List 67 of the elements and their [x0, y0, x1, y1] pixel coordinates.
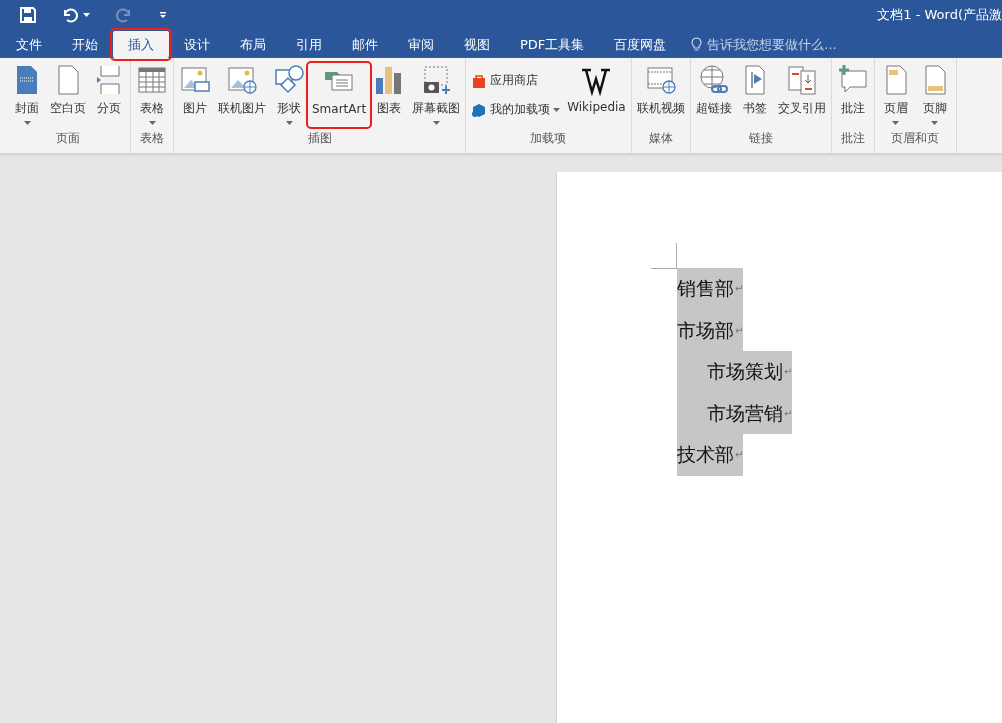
caret-icon[interactable]: [892, 121, 900, 125]
ribbon-button[interactable]: 超链接: [692, 64, 735, 126]
ribbon-button[interactable]: 交叉引用: [774, 64, 829, 126]
ribbon-button[interactable]: Wikipedia: [564, 64, 629, 126]
group-label: 表格: [140, 130, 164, 147]
ribbon-tab[interactable]: 文件: [0, 31, 57, 58]
document-paragraph: 技术部↵: [677, 434, 744, 476]
save-icon[interactable]: [20, 6, 36, 23]
table-icon: [136, 64, 168, 96]
group-label: 加载项: [530, 130, 567, 147]
cube-icon: [471, 101, 488, 118]
caret-icon[interactable]: [148, 121, 156, 125]
group-label: 批注: [840, 130, 865, 147]
ribbon-tab[interactable]: 设计: [169, 31, 225, 58]
ribbon-button[interactable]: 屏幕截图: [409, 64, 464, 126]
ribbon-button[interactable]: 联机视频: [633, 64, 688, 126]
crop-mark: [651, 243, 677, 269]
document-paragraph: 销售部↵: [677, 268, 744, 310]
group-label: 链接: [748, 130, 773, 147]
window-title: 文档1 - Word(产品激: [877, 5, 1002, 24]
ribbon-button[interactable]: 图表: [370, 64, 409, 126]
ribbon-tab[interactable]: 布局: [225, 31, 281, 58]
ribbon-button[interactable]: 空白页: [47, 64, 89, 126]
ribbon-button[interactable]: 页脚: [915, 64, 954, 126]
ribbon-tab[interactable]: 视图: [449, 31, 505, 58]
ribbon-button[interactable]: 表格: [133, 64, 171, 126]
undo-icon[interactable]: [62, 6, 78, 23]
tell-me-field[interactable]: 告诉我您想要做什么...: [691, 31, 837, 58]
caret-icon[interactable]: [23, 121, 31, 125]
ribbon-button[interactable]: 形状: [270, 64, 308, 126]
ribbon-tab[interactable]: 插入: [113, 31, 169, 58]
document-paragraph: 市场策划↵: [677, 351, 793, 393]
ribbon-tab[interactable]: 引用: [281, 31, 337, 58]
ribbon-tab[interactable]: 百度网盘: [599, 31, 682, 58]
caret-icon[interactable]: [285, 121, 293, 125]
ribbon-tab[interactable]: 邮件: [337, 31, 393, 58]
group-label: 插图: [307, 130, 332, 147]
ribbon-button[interactable]: 分页: [90, 64, 128, 126]
document-paragraph: 市场营销↵: [677, 392, 793, 434]
ribbon-button[interactable]: 我的加载项: [468, 101, 564, 118]
cross-reference-icon: [785, 64, 818, 96]
group-label: 媒体: [648, 130, 673, 147]
group-label: 页眉和页: [891, 130, 940, 147]
caret-icon[interactable]: [553, 107, 561, 112]
ribbon-tab[interactable]: 审阅: [393, 31, 449, 58]
document-paragraph: 市场部↵: [677, 309, 744, 351]
ribbon-button[interactable]: 图片: [176, 64, 214, 126]
ribbon-button[interactable]: 批注: [833, 64, 872, 126]
customize-icon[interactable]: [158, 9, 168, 20]
store-bag-icon: [471, 72, 488, 89]
ribbon-button[interactable]: 应用商店: [468, 72, 564, 89]
ribbon-button[interactable]: SmartArt: [309, 64, 370, 126]
lightbulb-icon: [691, 37, 703, 52]
ribbon-button[interactable]: 封面: [8, 64, 46, 126]
globe-link-icon: [697, 64, 730, 96]
shapes-icon: [273, 64, 305, 96]
ribbon-button[interactable]: 页眉: [876, 64, 915, 126]
caret-icon[interactable]: [83, 12, 90, 17]
online-picture-icon: [226, 64, 258, 96]
video-icon: [644, 64, 677, 96]
ribbon-tab[interactable]: 开始: [57, 31, 113, 58]
group-label: 页面: [56, 130, 80, 147]
caret-icon[interactable]: [432, 121, 440, 125]
ribbon-tab[interactable]: PDF工具集: [505, 31, 600, 58]
caret-icon[interactable]: [931, 121, 939, 125]
ribbon-button[interactable]: 联机图片: [215, 64, 269, 126]
ribbon-button[interactable]: 书签: [735, 64, 774, 126]
